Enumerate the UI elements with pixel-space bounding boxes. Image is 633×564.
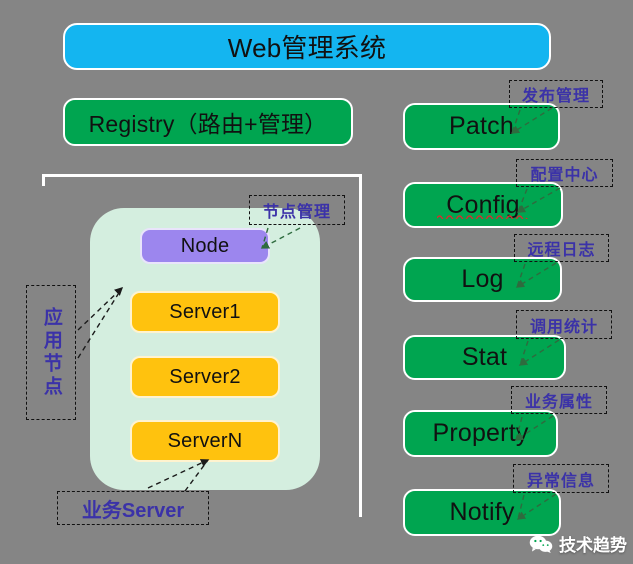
callout-property: 业务属性 [511, 386, 607, 414]
callout-label-log: 远程日志 [527, 242, 596, 259]
service-box-property[interactable]: Property [403, 410, 558, 457]
service-box-config[interactable]: Config [403, 182, 563, 228]
server2-box[interactable]: Server2 [130, 356, 280, 398]
watermark: 技术趋势 [529, 531, 627, 556]
service-label-log: Log [461, 265, 504, 293]
callout-patch: 发布管理 [509, 80, 603, 108]
callout-log: 远程日志 [514, 234, 609, 262]
wechat-icon [529, 535, 553, 553]
service-label-stat: Stat [461, 343, 508, 371]
callout-stat: 调用统计 [516, 310, 612, 339]
spellcheck-underline-icon [437, 215, 528, 219]
callout-label-application-node: 应用节点 [40, 306, 62, 399]
callout-application-node: 应用节点 [26, 285, 76, 420]
service-box-patch[interactable]: Patch [403, 103, 560, 150]
watermark-label: 技术趋势 [559, 536, 627, 555]
server1-box[interactable]: Server1 [130, 291, 280, 333]
service-label-property: Property [432, 419, 529, 447]
bracket-top-line [42, 174, 362, 177]
callout-notify: 异常信息 [513, 464, 609, 493]
callout-label-stat: 调用统计 [529, 318, 598, 336]
callout-label-property: 业务属性 [524, 394, 593, 411]
callout-label-config: 配置中心 [530, 167, 599, 184]
callout-label-notify: 异常信息 [526, 472, 595, 490]
node-box[interactable]: Node [140, 228, 270, 264]
service-box-stat[interactable]: Stat [403, 335, 566, 380]
server1-label: Server1 [169, 300, 241, 323]
service-box-log[interactable]: Log [403, 257, 562, 302]
callout-node-management: 节点管理 [249, 195, 345, 225]
servern-box[interactable]: ServerN [130, 420, 280, 462]
registry-box[interactable]: Registry（路由+管理） [63, 98, 353, 146]
callout-config: 配置中心 [516, 159, 613, 187]
servern-label: ServerN [167, 429, 243, 452]
title-box: Web管理系统 [63, 23, 551, 70]
callout-label-business-server: 业务Server [81, 499, 185, 522]
service-label-patch: Patch [449, 112, 514, 140]
service-box-notify[interactable]: Notify [403, 489, 561, 536]
bracket-left-line [42, 174, 45, 186]
server2-label: Server2 [169, 365, 241, 388]
registry-label: Registry（路由+管理） [88, 111, 328, 137]
callout-business-server: 业务Server [57, 491, 209, 525]
diagram-canvas: Web管理系统 Registry（路由+管理） Node Server1 Ser… [0, 0, 633, 564]
node-label: Node [180, 234, 230, 257]
title-label: Web管理系统 [227, 33, 387, 63]
callout-label-patch: 发布管理 [521, 88, 590, 105]
service-label-notify: Notify [449, 498, 515, 526]
callout-label-node-management: 节点管理 [262, 204, 331, 221]
bracket-right-line [359, 174, 362, 517]
